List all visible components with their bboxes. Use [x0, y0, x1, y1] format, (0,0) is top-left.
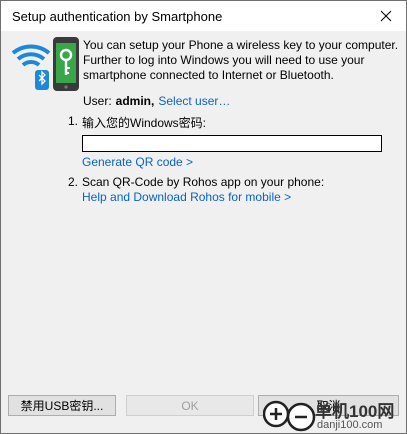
- disable-usb-key-button[interactable]: 禁用USB密钥...: [8, 395, 116, 416]
- windows-password-input[interactable]: [82, 135, 382, 152]
- close-button[interactable]: [366, 1, 406, 31]
- step-1-text: 输入您的Windows密码:: [82, 116, 207, 130]
- wifi-icon: [11, 44, 51, 67]
- title-bar: Setup authentication by Smartphone: [1, 1, 406, 31]
- user-label: User:: [83, 94, 112, 108]
- intro-text: You can setup your Phone a wireless key …: [83, 38, 399, 82]
- step-2-number: 2.: [68, 175, 79, 189]
- close-icon: [380, 10, 392, 22]
- window-title: Setup authentication by Smartphone: [12, 9, 223, 24]
- help-download-link[interactable]: Help and Download Rohos for mobile >: [82, 190, 291, 204]
- ok-button[interactable]: OK: [126, 395, 254, 416]
- step-2-text: Scan QR-Code by Rohos app on your phone:: [82, 175, 325, 189]
- user-name: admin,: [115, 94, 155, 108]
- generate-qr-link[interactable]: Generate QR code >: [82, 155, 193, 169]
- step-1-number: 1.: [68, 114, 79, 128]
- dialog-window: Setup authentication by Smartphone You c…: [0, 0, 407, 434]
- smartphone-key-logo: [11, 37, 79, 91]
- user-row: User: admin, Select user…: [83, 94, 230, 108]
- watermark-url: danji100.com: [317, 419, 383, 431]
- select-user-link[interactable]: Select user…: [158, 94, 230, 108]
- bluetooth-icon: [35, 70, 49, 90]
